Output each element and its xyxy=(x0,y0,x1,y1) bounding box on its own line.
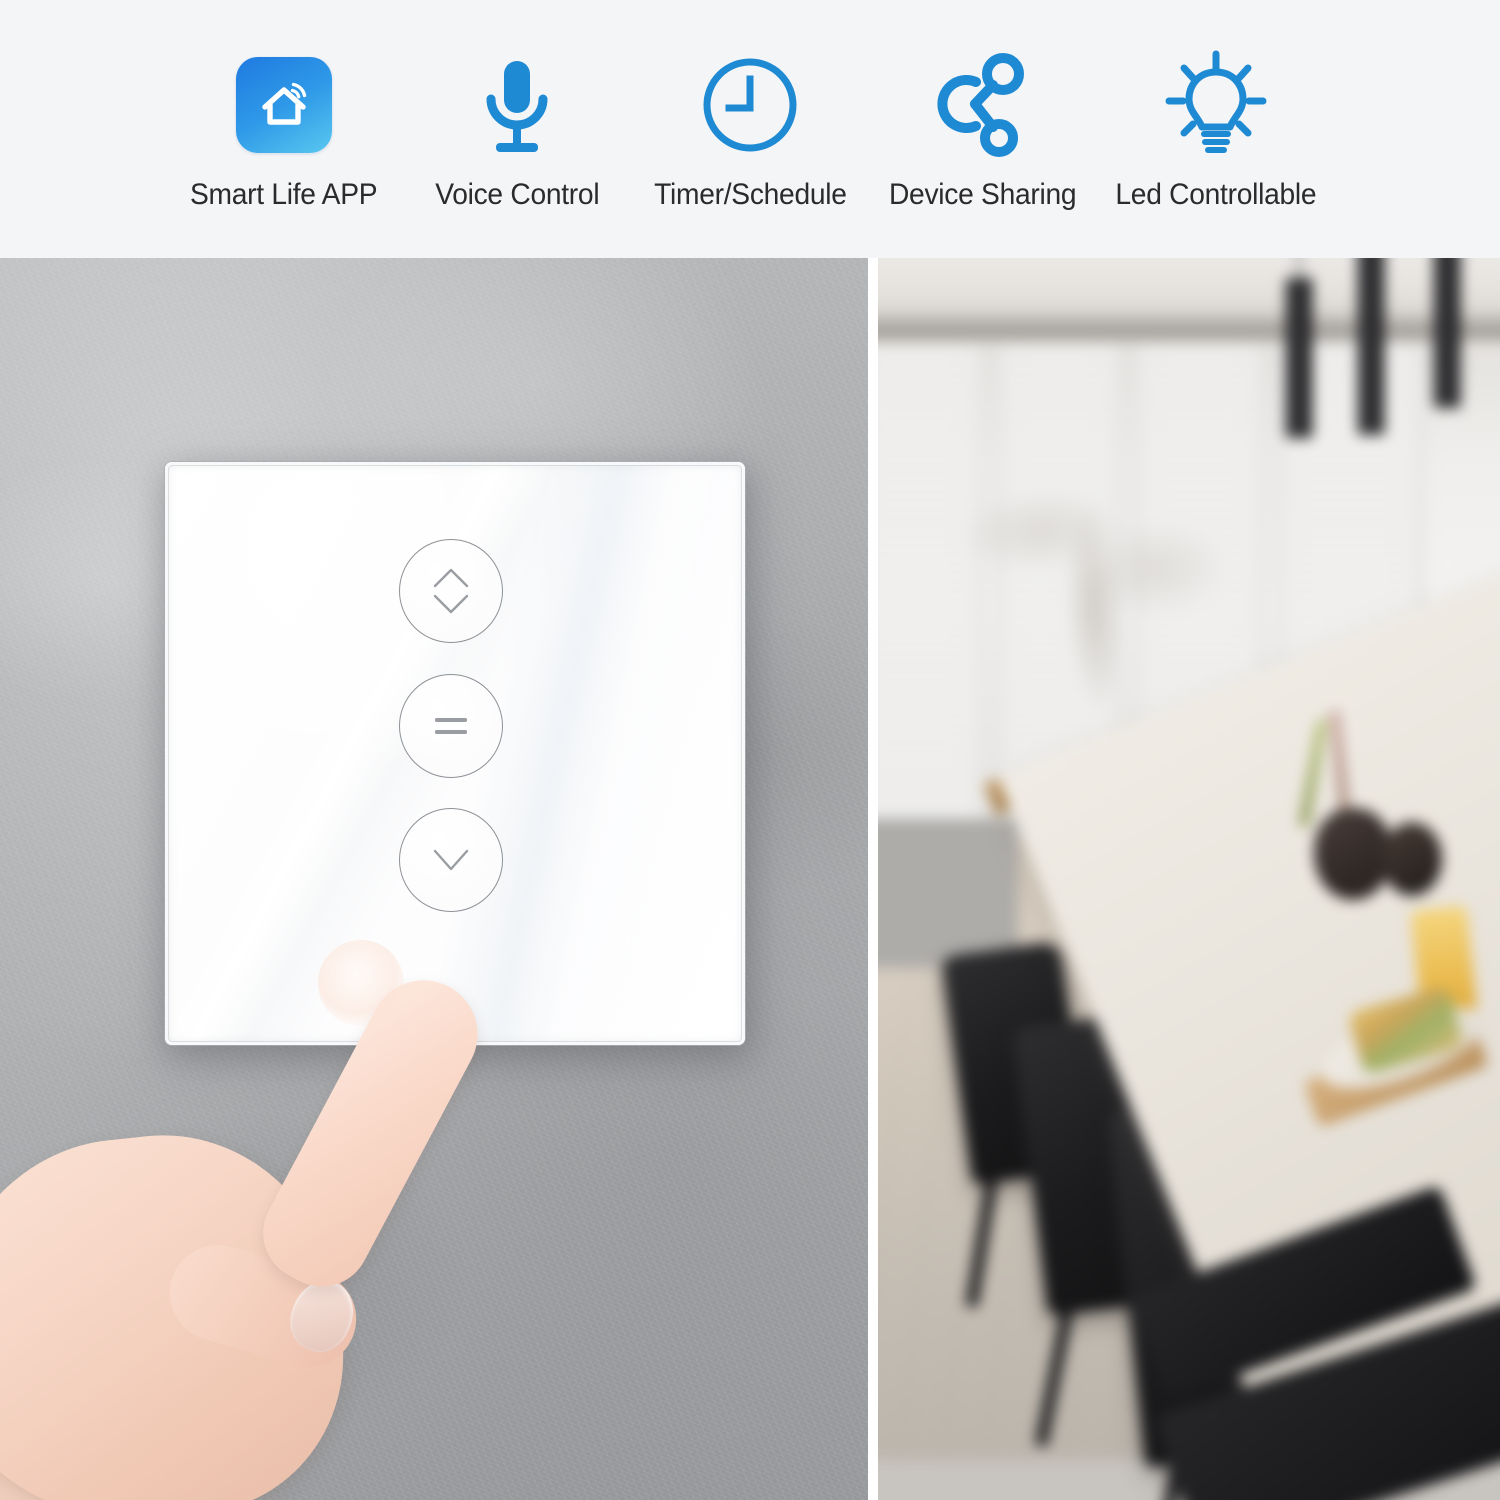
app-tile xyxy=(236,57,332,153)
vase xyxy=(1314,808,1392,900)
ceiling-edge xyxy=(878,314,1500,322)
wall-photo xyxy=(0,258,868,1500)
feature-item-smart-life-app: Smart Life APP xyxy=(168,44,401,210)
dining-room-photo xyxy=(878,258,1500,1500)
radiator xyxy=(878,818,1018,968)
pendant-cord xyxy=(1298,258,1300,280)
feature-bar: Smart Life APP Voice Control Timer/Sched… xyxy=(0,0,1500,258)
clock-icon xyxy=(698,44,802,166)
open-button[interactable] xyxy=(399,539,503,643)
share-network-icon xyxy=(931,44,1035,166)
chevron-down-icon xyxy=(433,849,469,871)
microphone-icon xyxy=(473,44,561,166)
pendant-lamp xyxy=(1358,258,1384,435)
pane-divider xyxy=(868,258,878,1500)
stop-button[interactable] xyxy=(399,674,503,778)
curtain-touch-switch-panel[interactable] xyxy=(165,462,745,1045)
room-blur-layer xyxy=(878,258,1500,1500)
feature-item-timer-schedule: Timer/Schedule xyxy=(634,44,867,210)
feature-label: Voice Control xyxy=(434,178,600,211)
feature-list: Smart Life APP Voice Control Timer/Sched… xyxy=(168,44,1333,210)
photo-area xyxy=(0,258,1500,1500)
feature-label: Led Controllable xyxy=(1115,178,1317,211)
double-chevron-up-down-icon xyxy=(433,568,469,614)
smart-life-app-icon xyxy=(236,44,332,166)
feature-label: Smart Life APP xyxy=(190,178,378,211)
feature-item-voice-control: Voice Control xyxy=(401,44,634,210)
pendant-lamp xyxy=(1434,258,1460,408)
feature-label: Timer/Schedule xyxy=(653,178,847,211)
blind-rail xyxy=(878,322,1500,340)
feature-item-led-controllable: Led Controllable xyxy=(1100,44,1333,210)
product-feature-image: Smart Life APP Voice Control Timer/Sched… xyxy=(0,0,1500,1500)
feature-label: Device Sharing xyxy=(889,178,1077,211)
vase xyxy=(1382,822,1442,896)
ceiling xyxy=(878,258,1500,318)
lightbulb-icon xyxy=(1161,44,1271,166)
feature-item-device-sharing: Device Sharing xyxy=(867,44,1100,210)
pendant-lamp xyxy=(1286,278,1312,438)
close-button[interactable] xyxy=(399,808,503,912)
equals-stop-icon xyxy=(435,718,467,734)
